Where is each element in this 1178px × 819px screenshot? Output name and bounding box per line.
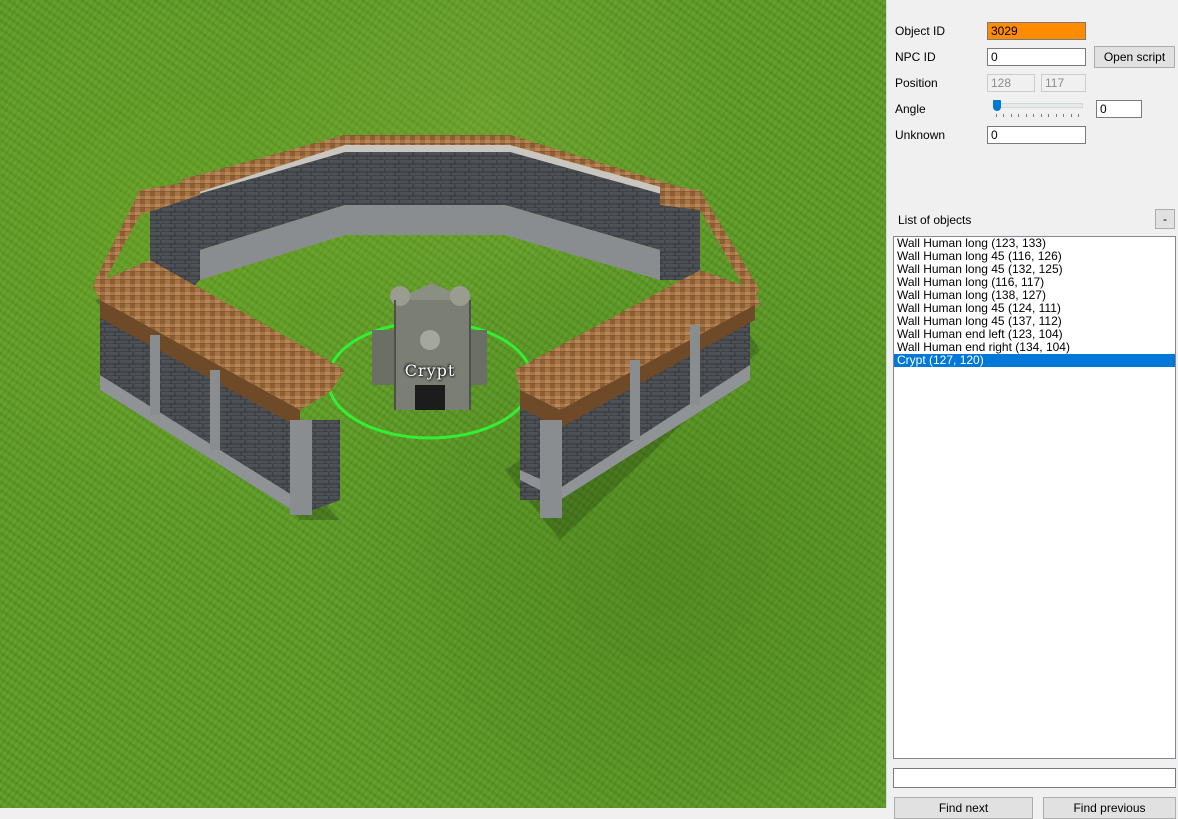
find-next-button[interactable]: Find next <box>894 797 1033 819</box>
position-label: Position <box>895 76 938 90</box>
back-wall <box>180 135 700 280</box>
angle-label: Angle <box>895 102 926 116</box>
angle-slider-thumb[interactable] <box>993 100 1001 111</box>
slider-tick <box>1048 114 1050 117</box>
slider-tick <box>1018 114 1020 117</box>
front-right-wall <box>515 270 760 518</box>
unknown-label: Unknown <box>895 128 946 142</box>
position-x-field <box>987 74 1035 92</box>
front-left-wall <box>92 260 345 515</box>
position-y-field <box>1041 74 1086 92</box>
slider-tick <box>1070 114 1072 117</box>
game-viewport[interactable]: Crypt <box>0 0 886 808</box>
find-previous-button[interactable]: Find previous <box>1043 797 1176 819</box>
angle-slider-ticks <box>996 114 1079 118</box>
crypt-building[interactable] <box>372 283 487 410</box>
slider-tick <box>1003 114 1005 117</box>
list-title: List of objects <box>898 213 972 227</box>
search-field[interactable] <box>893 768 1176 788</box>
selected-object-label: Crypt <box>404 361 456 380</box>
npc-id-field[interactable] <box>987 48 1086 66</box>
object-id-label: Object ID <box>895 24 946 38</box>
object-id-field[interactable] <box>987 22 1086 40</box>
collapse-button[interactable]: - <box>1155 209 1175 229</box>
list-item[interactable]: Crypt (127, 120) <box>894 354 1175 367</box>
slider-tick <box>1025 114 1027 117</box>
object-list[interactable]: Wall Human long (123, 133) Wall Human lon… <box>893 236 1176 759</box>
slider-tick <box>1033 114 1035 117</box>
slider-tick <box>1078 114 1079 117</box>
slider-tick <box>1010 114 1012 117</box>
angle-slider-track[interactable] <box>993 103 1083 108</box>
slider-tick <box>996 114 997 117</box>
unknown-field[interactable] <box>987 126 1086 144</box>
npc-id-label: NPC ID <box>895 50 936 64</box>
slider-tick <box>1055 114 1057 117</box>
angle-field[interactable] <box>1096 100 1142 118</box>
slider-tick <box>1040 114 1042 117</box>
open-script-button[interactable]: Open script <box>1094 46 1175 68</box>
scene-render <box>92 135 760 540</box>
slider-tick <box>1063 114 1065 117</box>
